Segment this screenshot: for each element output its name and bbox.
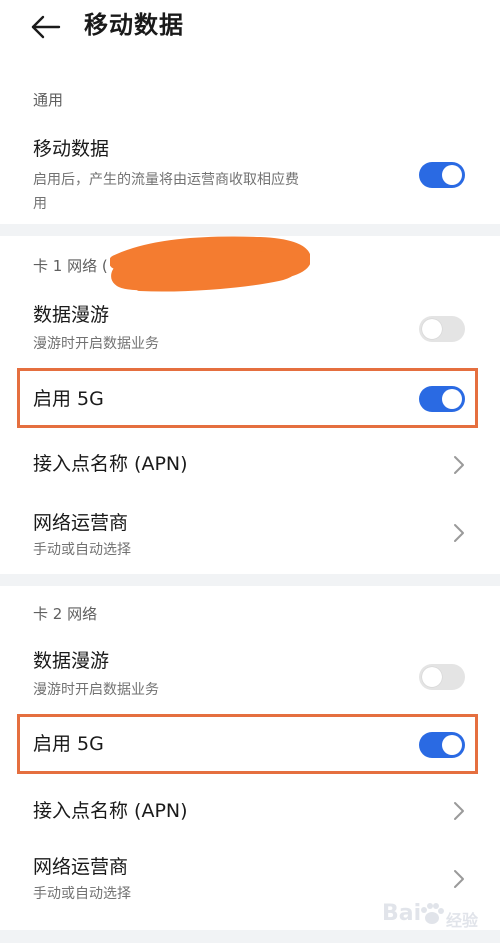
sim1-apn-title: 接入点名称 (APN): [33, 453, 188, 475]
sim1-5g-toggle[interactable]: [419, 386, 465, 412]
sim2-roaming-toggle[interactable]: [419, 664, 465, 690]
chevron-right-icon: [454, 802, 464, 820]
sim2-roaming-title: 数据漫游: [33, 650, 110, 672]
sim1-roaming-title: 数据漫游: [33, 304, 110, 326]
sim1-5g-title: 启用 5G: [33, 388, 104, 410]
section-title-sim1: 卡 1 网络 (: [33, 257, 108, 275]
sim1-carrier-title: 网络运营商: [33, 512, 129, 534]
sim2-carrier-subtitle: 手动或自动选择: [33, 886, 131, 902]
watermark-text-cn: 经验: [446, 911, 479, 930]
sim1-roaming-subtitle: 漫游时开启数据业务: [33, 336, 159, 352]
toggle-knob: [442, 735, 462, 755]
chevron-right-icon: [454, 456, 464, 474]
top-bar: 移动数据: [0, 0, 500, 58]
paw-icon: [421, 903, 444, 924]
sim2-5g-toggle[interactable]: [419, 732, 465, 758]
general-section: 通用 移动数据 启用后，产生的流量将由运营商收取相应费 用: [0, 58, 500, 224]
watermark-text-latin: Bai: [382, 901, 422, 926]
section-title-sim2: 卡 2 网络: [33, 605, 98, 623]
redaction-scribble: [110, 236, 310, 292]
mobile-data-toggle[interactable]: [419, 162, 465, 188]
sim2-5g-title: 启用 5G: [33, 733, 104, 755]
mobile-data-title: 移动数据: [33, 138, 110, 160]
sim1-carrier-subtitle: 手动或自动选择: [33, 542, 131, 558]
chevron-right-icon: [454, 870, 464, 888]
sim2-carrier-title: 网络运营商: [33, 856, 129, 878]
toggle-knob: [422, 319, 442, 339]
sim2-roaming-subtitle: 漫游时开启数据业务: [33, 682, 159, 698]
baidu-jingyan-watermark: Bai 经验: [376, 897, 496, 937]
sim2-network-section: 卡 2 网络 数据漫游 漫游时开启数据业务 启用 5G 接入点名称 (APN) …: [0, 586, 500, 930]
toggle-knob: [442, 389, 462, 409]
section-title-general: 通用: [33, 91, 64, 109]
mobile-data-subtitle-line2: 用: [33, 196, 47, 212]
toggle-knob: [422, 667, 442, 687]
page-title: 移动数据: [84, 11, 184, 39]
sim1-roaming-toggle[interactable]: [419, 316, 465, 342]
mobile-data-subtitle-line1: 启用后，产生的流量将由运营商收取相应费: [33, 172, 299, 188]
back-arrow-icon[interactable]: [28, 10, 62, 44]
chevron-right-icon: [454, 524, 464, 542]
sim2-apn-title: 接入点名称 (APN): [33, 800, 188, 822]
toggle-knob: [442, 165, 462, 185]
